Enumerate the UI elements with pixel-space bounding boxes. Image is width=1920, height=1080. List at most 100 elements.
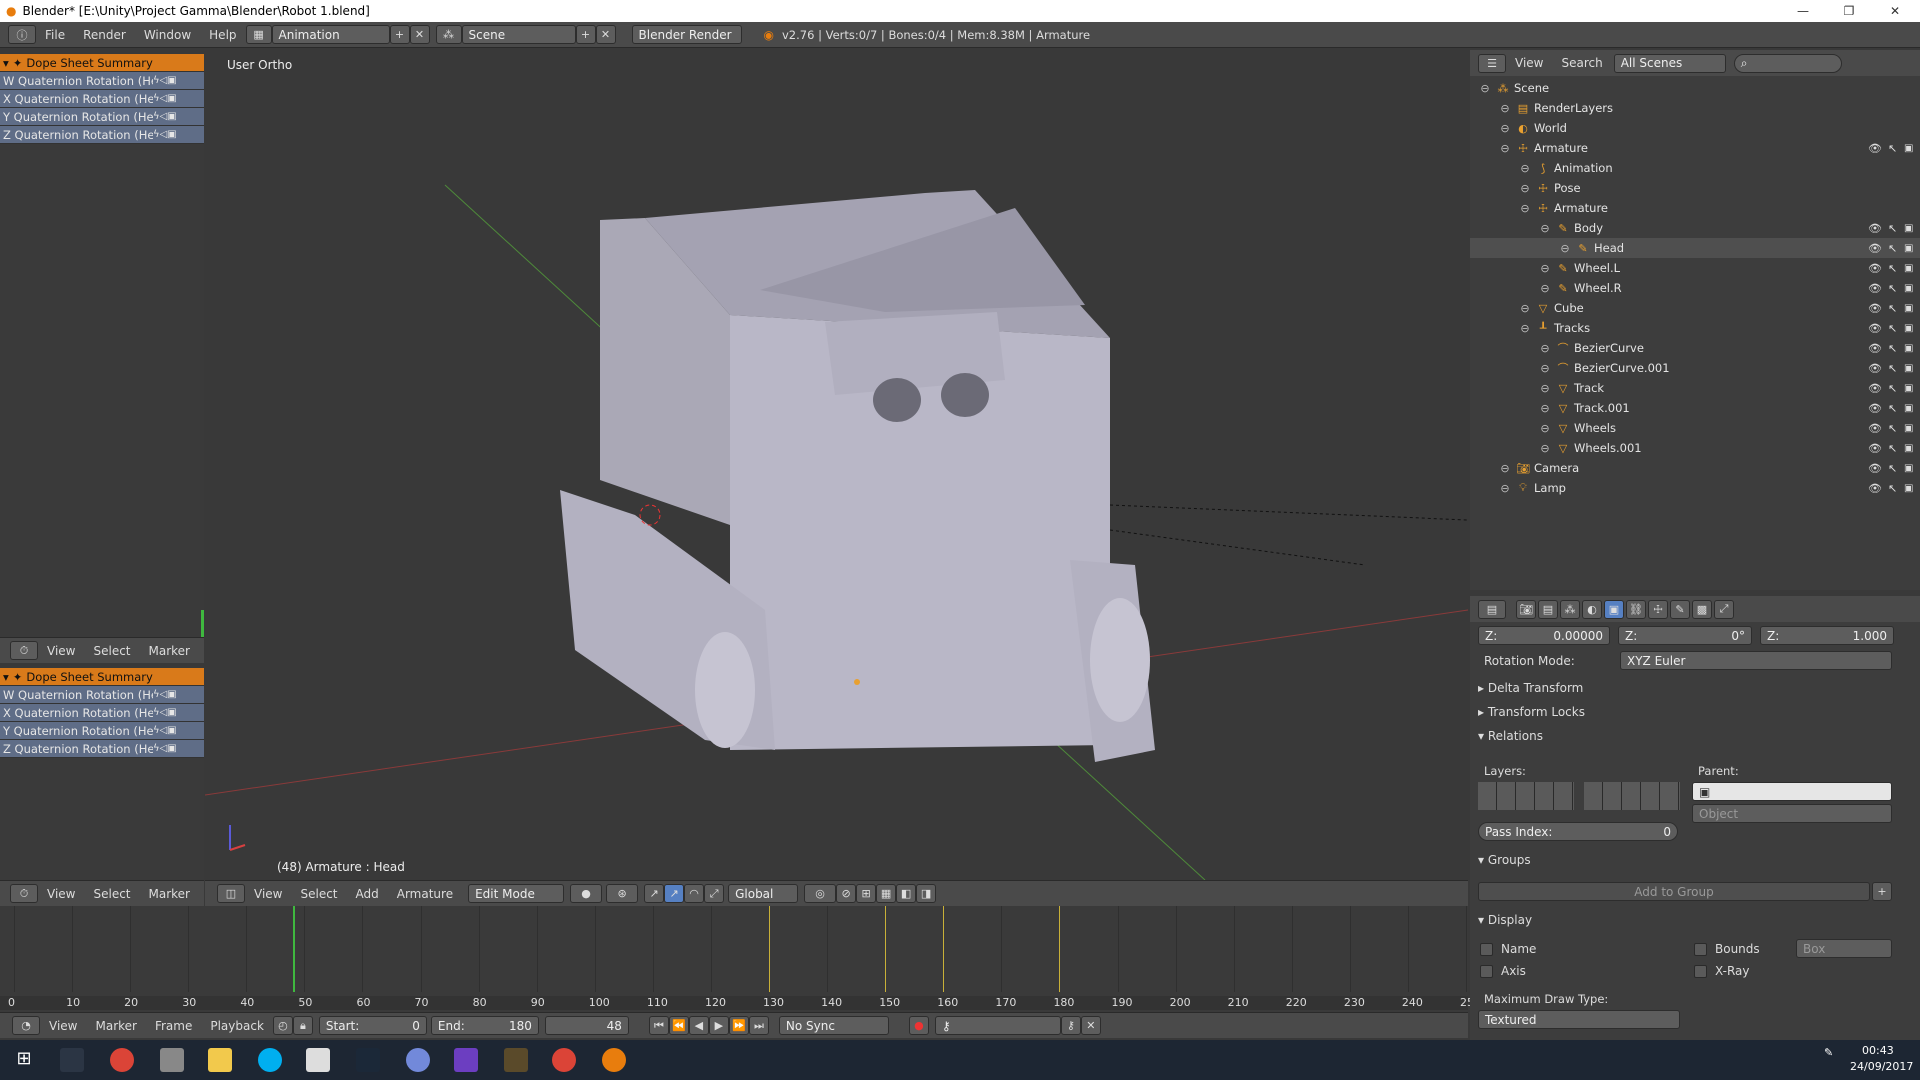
render-camera-icon[interactable]: ▣: [1904, 223, 1913, 234]
scale-icon[interactable]: ⤢: [704, 884, 725, 903]
steam-icon[interactable]: [356, 1048, 380, 1072]
proportional-icon[interactable]: ◎: [804, 884, 837, 903]
minimize-button[interactable]: —: [1780, 0, 1826, 22]
render-camera-icon[interactable]: ▣: [1904, 383, 1913, 394]
clock-date[interactable]: 24/09/2017: [1850, 1060, 1913, 1073]
rot-z-field[interactable]: Z: 0°: [1618, 626, 1752, 645]
selectable-cursor-icon[interactable]: ↖: [1888, 282, 1897, 295]
scene-add-icon[interactable]: +: [575, 25, 596, 44]
expand-icon[interactable]: ⊖: [1538, 262, 1552, 275]
render-camera-icon[interactable]: ▣: [1904, 243, 1913, 254]
maximize-button[interactable]: ❐: [1826, 0, 1872, 22]
snap-target-icon[interactable]: ⊞: [856, 884, 877, 903]
selectable-cursor-icon[interactable]: ↖: [1888, 142, 1897, 155]
channel-modifier-icon[interactable]: ϟ◁▣: [153, 707, 177, 718]
channel-row[interactable]: Z Quaternion Rotation (Head)ϟ◁▣: [0, 740, 204, 758]
mail-icon[interactable]: [306, 1048, 330, 1072]
expand-icon[interactable]: ⊖: [1518, 182, 1532, 195]
menu-view[interactable]: View: [38, 887, 84, 901]
render-camera-icon[interactable]: ▣: [1904, 283, 1913, 294]
visibility-eye-icon[interactable]: 👁︎: [1868, 342, 1882, 355]
selectable-cursor-icon[interactable]: ↖: [1888, 462, 1897, 475]
render-engine-select[interactable]: Blender Render: [631, 25, 742, 44]
editor-type-icon[interactable]: ⏱: [10, 884, 38, 903]
channel-row[interactable]: W Quaternion Rotation (Head)ϟ◁▣: [0, 686, 204, 704]
prev-key-icon[interactable]: ⏪: [668, 1016, 689, 1035]
channel-row[interactable]: Y Quaternion Rotation (Head)ϟ◁▣: [0, 108, 204, 126]
delete-keyframe-icon[interactable]: ✕: [1080, 1016, 1101, 1035]
expand-icon[interactable]: ⊖: [1538, 422, 1552, 435]
render-camera-icon[interactable]: ▣: [1904, 323, 1913, 334]
name-checkbox-row[interactable]: Name: [1480, 942, 1536, 956]
close-button[interactable]: ✕: [1872, 0, 1918, 22]
menu-armature[interactable]: Armature: [388, 887, 462, 901]
expand-icon[interactable]: ▾: [3, 56, 9, 70]
selectable-cursor-icon[interactable]: ↖: [1888, 342, 1897, 355]
menu-render[interactable]: Render: [74, 28, 135, 42]
visibility-eye-icon[interactable]: 👁︎: [1868, 262, 1882, 275]
jump-end-icon[interactable]: ⏭: [748, 1016, 769, 1035]
render-camera-icon[interactable]: ▣: [1904, 343, 1913, 354]
insert-keyframe-icon[interactable]: ⚷: [1060, 1016, 1081, 1035]
pivot-icon[interactable]: ⊛: [606, 884, 639, 903]
expand-icon[interactable]: ⊖: [1498, 462, 1512, 475]
app-icon[interactable]: [504, 1048, 528, 1072]
object-tab-icon[interactable]: ▣: [1604, 599, 1624, 619]
outliner-item[interactable]: ⊖ ☩ Armature: [1470, 198, 1920, 218]
max-draw-select[interactable]: Textured: [1478, 1010, 1680, 1029]
rotate-icon[interactable]: ◠: [684, 884, 705, 903]
channel-modifier-icon[interactable]: ϟ◁▣: [153, 75, 177, 86]
menu-help[interactable]: Help: [200, 28, 245, 42]
channel-modifier-icon[interactable]: ϟ◁▣: [153, 93, 177, 104]
clock-time[interactable]: 00:43: [1862, 1044, 1894, 1057]
jump-start-icon[interactable]: ⏮: [648, 1016, 669, 1035]
expand-icon[interactable]: ⊖: [1538, 402, 1552, 415]
expand-icon[interactable]: ⊖: [1538, 342, 1552, 355]
channel-row[interactable]: X Quaternion Rotation (Head)ϟ◁▣: [0, 90, 204, 108]
outliner-item[interactable]: ⊖ ⟆ Animation: [1470, 158, 1920, 178]
search-input[interactable]: ⌕: [1733, 53, 1842, 73]
menu-search[interactable]: Search: [1552, 56, 1611, 70]
selectable-cursor-icon[interactable]: ↖: [1888, 422, 1897, 435]
channel-row[interactable]: W Quaternion Rotation (Head)ϟ◁▣: [0, 72, 204, 90]
outliner-item[interactable]: ⊖ ☩ Armature 👁︎ ↖ ▣: [1470, 138, 1920, 158]
snap-icon[interactable]: ⊘: [836, 884, 857, 903]
expand-icon[interactable]: ⊖: [1478, 82, 1492, 95]
visibility-eye-icon[interactable]: 👁︎: [1868, 482, 1882, 495]
menu-select[interactable]: Select: [291, 887, 346, 901]
render-camera-icon[interactable]: ▣: [1904, 423, 1913, 434]
delta-transform-panel[interactable]: ▸ Delta Transform: [1470, 676, 1583, 700]
chrome-icon[interactable]: [110, 1048, 134, 1072]
layers-grid-2[interactable]: [1584, 782, 1680, 810]
expand-icon[interactable]: ⊖: [1518, 302, 1532, 315]
end-frame-field[interactable]: End: 180: [430, 1016, 539, 1035]
translate-icon[interactable]: ↗: [664, 884, 685, 903]
add-to-group-button[interactable]: Add to Group: [1478, 882, 1870, 901]
channel-modifier-icon[interactable]: ϟ◁▣: [153, 689, 177, 700]
scene-icon[interactable]: ⁂: [435, 25, 462, 44]
menu-frame[interactable]: Frame: [146, 1019, 201, 1033]
lock-icon[interactable]: 🔒︎: [292, 1016, 313, 1035]
timeline-area[interactable]: 0 10 20 30 40 50 60 70 80 90 100 110 120 130 140 150 160…: [0, 906, 1481, 1012]
layers-icon[interactable]: ▦: [876, 884, 897, 903]
visual-studio-icon[interactable]: [454, 1048, 478, 1072]
groups-panel[interactable]: ▾ Groups: [1470, 848, 1531, 872]
file-explorer-icon[interactable]: [208, 1048, 232, 1072]
outliner-item[interactable]: ⊖ ⁂ Scene: [1470, 78, 1920, 98]
current-frame-indicator[interactable]: [292, 906, 295, 992]
menu-marker[interactable]: Marker: [86, 1019, 145, 1033]
outliner-item[interactable]: ⊖ ✎ Body 👁︎ ↖ ▣: [1470, 218, 1920, 238]
xray-checkbox-row[interactable]: X-Ray: [1694, 964, 1749, 978]
keying-set-field[interactable]: ⚷: [934, 1016, 1061, 1035]
bounds-checkbox[interactable]: [1694, 942, 1707, 956]
outliner-item[interactable]: ⊖ ▤ RenderLayers: [1470, 98, 1920, 118]
outliner-item[interactable]: ⊖ ▽ Cube 👁︎ ↖ ▣: [1470, 298, 1920, 318]
calculator-icon[interactable]: [160, 1048, 184, 1072]
expand-icon[interactable]: ⊖: [1558, 242, 1572, 255]
transform-locks-panel[interactable]: ▸ Transform Locks: [1470, 700, 1585, 724]
expand-icon[interactable]: ⊖: [1498, 142, 1512, 155]
render-camera-icon[interactable]: ▣: [1904, 303, 1913, 314]
menu-view[interactable]: View: [1506, 56, 1552, 70]
visibility-eye-icon[interactable]: 👁︎: [1868, 382, 1882, 395]
expand-icon[interactable]: ⊖: [1518, 202, 1532, 215]
